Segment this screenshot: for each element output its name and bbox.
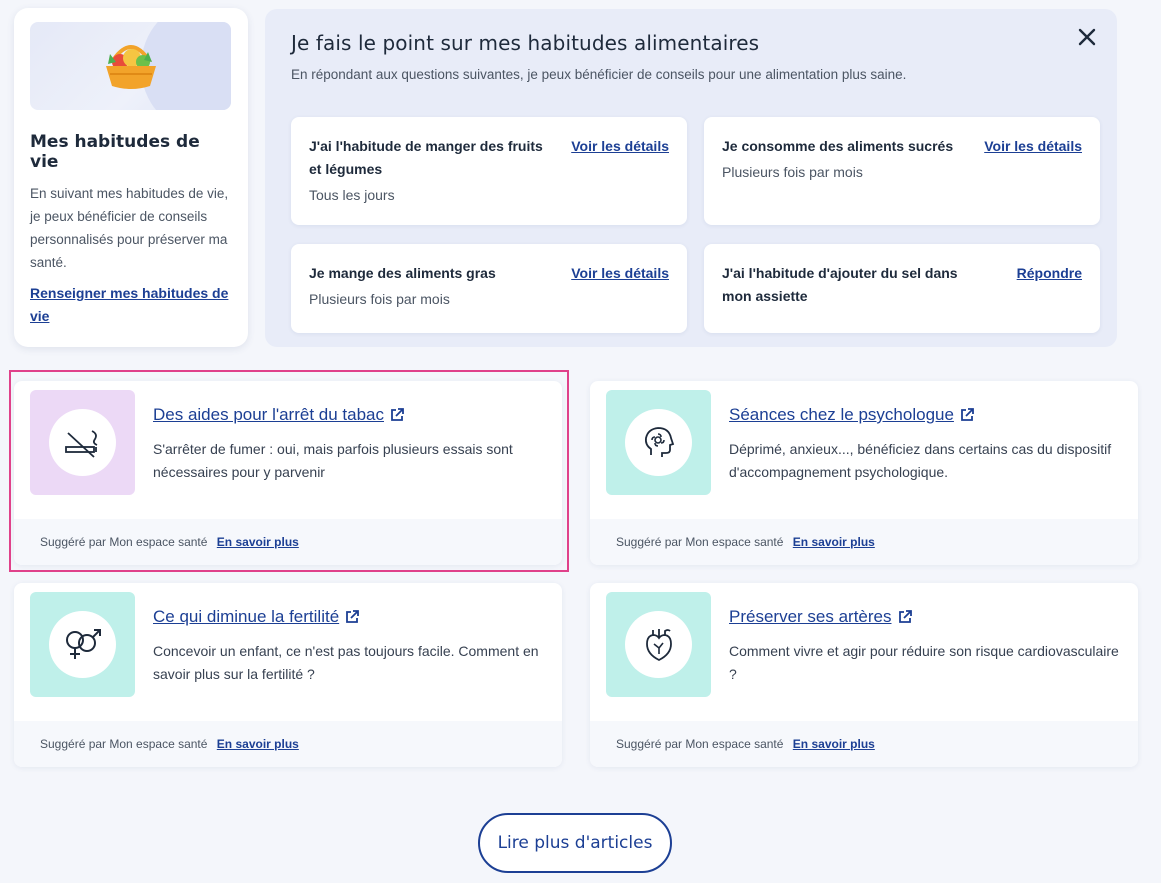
question-text: J'ai l'habitude de manger des fruits et … <box>309 138 543 177</box>
article-title: Préserver ses artères <box>729 607 892 626</box>
habits-illustration <box>30 22 231 110</box>
head-flower-icon <box>644 426 674 457</box>
article-description: Déprimé, anxieux..., bénéficiez dans cer… <box>729 441 1112 480</box>
view-details-link[interactable]: Voir les détails <box>571 262 669 285</box>
article-footer: Suggéré par Mon espace santé En savoir p… <box>590 519 1138 565</box>
read-more-articles-button[interactable]: Lire plus d'articles <box>478 813 672 873</box>
article-title: Des aides pour l'arrêt du tabac <box>153 405 384 424</box>
external-link-icon <box>960 407 974 427</box>
external-link-icon <box>345 609 360 629</box>
learn-more-link[interactable]: En savoir plus <box>217 535 299 549</box>
answer-link[interactable]: Répondre <box>1017 262 1082 285</box>
question-answer: Plusieurs fois par mois <box>309 291 450 307</box>
question-card: Je consomme des aliments sucrés Plusieur… <box>704 117 1100 225</box>
article-footer: Suggéré par Mon espace santé En savoir p… <box>14 721 562 767</box>
article-footer: Suggéré par Mon espace santé En savoir p… <box>590 721 1138 767</box>
article-card: Séances chez le psychologue Déprimé, anx… <box>590 381 1138 565</box>
quiz-subtitle: En répondant aux questions suivantes, je… <box>291 67 907 82</box>
article-title-link[interactable]: Séances chez le psychologue <box>729 405 974 427</box>
view-details-link[interactable]: Voir les détails <box>984 135 1082 158</box>
question-text: J'ai l'habitude d'ajouter du sel dans mo… <box>722 265 958 304</box>
question-card: J'ai l'habitude de manger des fruits et … <box>291 117 687 225</box>
learn-more-link[interactable]: En savoir plus <box>793 535 875 549</box>
fill-habits-link[interactable]: Renseigner mes habitudes de vie <box>30 282 232 328</box>
external-link-icon <box>390 407 404 427</box>
article-title-link[interactable]: Ce qui diminue la fertilité <box>153 607 360 629</box>
article-card: Préserver ses artères Comment vivre et a… <box>590 583 1138 767</box>
question-text: Je consomme des aliments sucrés <box>722 138 954 154</box>
no-smoking-icon <box>64 429 97 458</box>
close-icon[interactable] <box>1075 27 1099 51</box>
quiz-title: Je fais le point sur mes habitudes alime… <box>291 31 760 55</box>
article-card: Des aides pour l'arrêt du tabac S'arrête… <box>14 381 562 565</box>
suggested-by: Suggéré par Mon espace santé <box>616 737 784 751</box>
article-description: Concevoir un enfant, ce n'est pas toujou… <box>153 643 539 682</box>
external-link-icon <box>898 609 912 629</box>
learn-more-link[interactable]: En savoir plus <box>217 737 299 751</box>
article-title-link[interactable]: Des aides pour l'arrêt du tabac <box>153 405 404 427</box>
article-footer: Suggéré par Mon espace santé En savoir p… <box>14 519 562 565</box>
suggested-by: Suggéré par Mon espace santé <box>616 535 784 549</box>
article-title: Séances chez le psychologue <box>729 405 954 424</box>
article-title-link[interactable]: Préserver ses artères <box>729 607 912 629</box>
question-answer: Plusieurs fois par mois <box>722 164 863 180</box>
gender-symbols-icon <box>65 628 101 659</box>
article-thumbnail <box>30 592 135 697</box>
article-thumbnail <box>30 390 135 495</box>
learn-more-link[interactable]: En savoir plus <box>793 737 875 751</box>
fruit-basket-icon <box>106 45 156 89</box>
article-title: Ce qui diminue la fertilité <box>153 607 340 626</box>
article-thumbnail <box>606 592 711 697</box>
habits-card: Mes habitudes de vie En suivant mes habi… <box>14 8 248 347</box>
habits-title: Mes habitudes de vie <box>30 132 200 172</box>
eating-habits-panel: Je fais le point sur mes habitudes alime… <box>265 9 1117 347</box>
article-card: Ce qui diminue la fertilité Concevoir un… <box>14 583 562 767</box>
article-thumbnail <box>606 390 711 495</box>
article-description: Comment vivre et agir pour réduire son r… <box>729 643 1119 682</box>
article-description: S'arrêter de fumer : oui, mais parfois p… <box>153 441 513 480</box>
question-card: Je mange des aliments gras Plusieurs foi… <box>291 244 687 333</box>
question-card: J'ai l'habitude d'ajouter du sel dans mo… <box>704 244 1100 333</box>
suggested-by: Suggéré par Mon espace santé <box>40 737 208 751</box>
heart-organ-icon <box>645 628 672 661</box>
suggested-by: Suggéré par Mon espace santé <box>40 535 208 549</box>
question-answer: Tous les jours <box>309 187 395 203</box>
view-details-link[interactable]: Voir les détails <box>571 135 669 158</box>
habits-description: En suivant mes habitudes de vie, je peux… <box>30 186 229 270</box>
question-text: Je mange des aliments gras <box>309 265 496 281</box>
